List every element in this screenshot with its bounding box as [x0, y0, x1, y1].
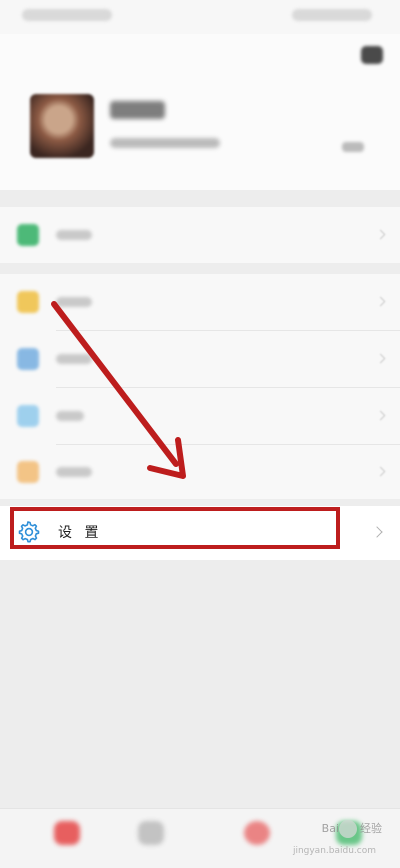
chevron-right-icon: [375, 466, 386, 477]
menu-item-favorites[interactable]: [0, 274, 400, 330]
tab-chats[interactable]: [54, 821, 80, 845]
profile-header[interactable]: [0, 34, 400, 190]
watermark: Bai 经验: [322, 820, 382, 838]
watermark-url: jingyan.baidu.com: [292, 846, 376, 856]
avatar[interactable]: [30, 94, 94, 158]
nickname: [110, 101, 165, 119]
menu-item-label: [56, 411, 84, 421]
favorites-icon: [17, 291, 39, 313]
annotation-highlight-box: [10, 507, 340, 549]
tab-contacts[interactable]: [138, 821, 164, 845]
menu-item-album[interactable]: [0, 331, 400, 387]
emoji-icon: [17, 461, 39, 483]
chevron-right-icon: [375, 410, 386, 421]
chevron-right-icon: [375, 296, 386, 307]
chevron-right-icon: [375, 353, 386, 364]
menu-item-emoji[interactable]: [0, 445, 400, 499]
baidu-paw-icon: [339, 820, 357, 838]
menu-item-pay[interactable]: [0, 207, 400, 263]
menu-item-label: [56, 467, 92, 477]
chevron-right-icon: [375, 229, 386, 240]
chevron-right-icon: [371, 526, 383, 538]
menu-item-label: [56, 230, 92, 240]
album-icon: [17, 348, 39, 370]
cards-icon: [17, 405, 39, 427]
menu-item-label: [56, 354, 92, 364]
wechat-id: [110, 138, 220, 148]
tab-discover[interactable]: [244, 821, 270, 845]
camera-icon[interactable]: [361, 46, 383, 64]
status-bar: [0, 0, 400, 34]
menu-item-label: [56, 297, 92, 307]
status-indicators: [292, 9, 372, 21]
menu-group: [0, 274, 400, 499]
pay-icon: [17, 224, 39, 246]
watermark-brand: Bai: [321, 822, 339, 835]
qr-code-icon[interactable]: [342, 142, 364, 152]
status-time-carrier: [22, 9, 112, 21]
tab-bar: [0, 808, 400, 868]
menu-item-cards[interactable]: [0, 388, 400, 444]
watermark-suffix: 经验: [360, 822, 382, 835]
